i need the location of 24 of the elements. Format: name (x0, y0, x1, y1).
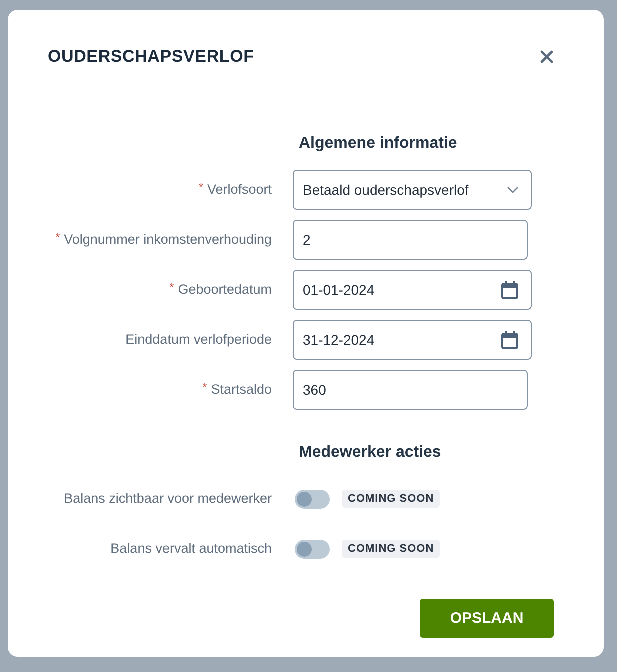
toggle-switch[interactable] (295, 540, 330, 558)
close-icon[interactable] (540, 50, 554, 64)
save-button[interactable]: OPSLAAN (420, 599, 554, 638)
date-field[interactable]: 01-01-2024 (293, 270, 532, 310)
toggle-switch[interactable] (295, 490, 330, 508)
calendar-icon[interactable] (501, 330, 519, 350)
input-field[interactable]: 2 (293, 220, 528, 260)
coming-soon-badge: COMING SOON (342, 490, 440, 508)
section-heading: Medewerker acties (298, 444, 442, 462)
field-label: $^{*}$ Volgnummer inkomstenverhouding (56, 232, 272, 247)
chevron-down-icon (507, 186, 519, 194)
field-label: Einddatum verlofperiode (126, 332, 272, 347)
coming-soon-badge: COMING SOON (342, 540, 440, 558)
field-label: $^{*}$ Geboortedatum (170, 282, 272, 297)
date-field[interactable]: 31-12-2024 (293, 320, 532, 360)
dialog-title: OUDERSCHAPSVERLOF (48, 47, 254, 67)
input-field[interactable]: 360 (293, 370, 528, 410)
field-label: Balans zichtbaar voor medewerker (64, 491, 272, 506)
calendar-icon[interactable] (501, 280, 519, 300)
section-heading: Algemene informatie (298, 135, 458, 153)
field-label: $^{*}$ Verlofsoort (199, 182, 272, 197)
field-label: Balans vervalt automatisch (110, 541, 272, 556)
select-field[interactable]: Betaald ouderschapsverlof (293, 170, 532, 210)
field-label: $^{*}$ Startsaldo (202, 382, 272, 397)
